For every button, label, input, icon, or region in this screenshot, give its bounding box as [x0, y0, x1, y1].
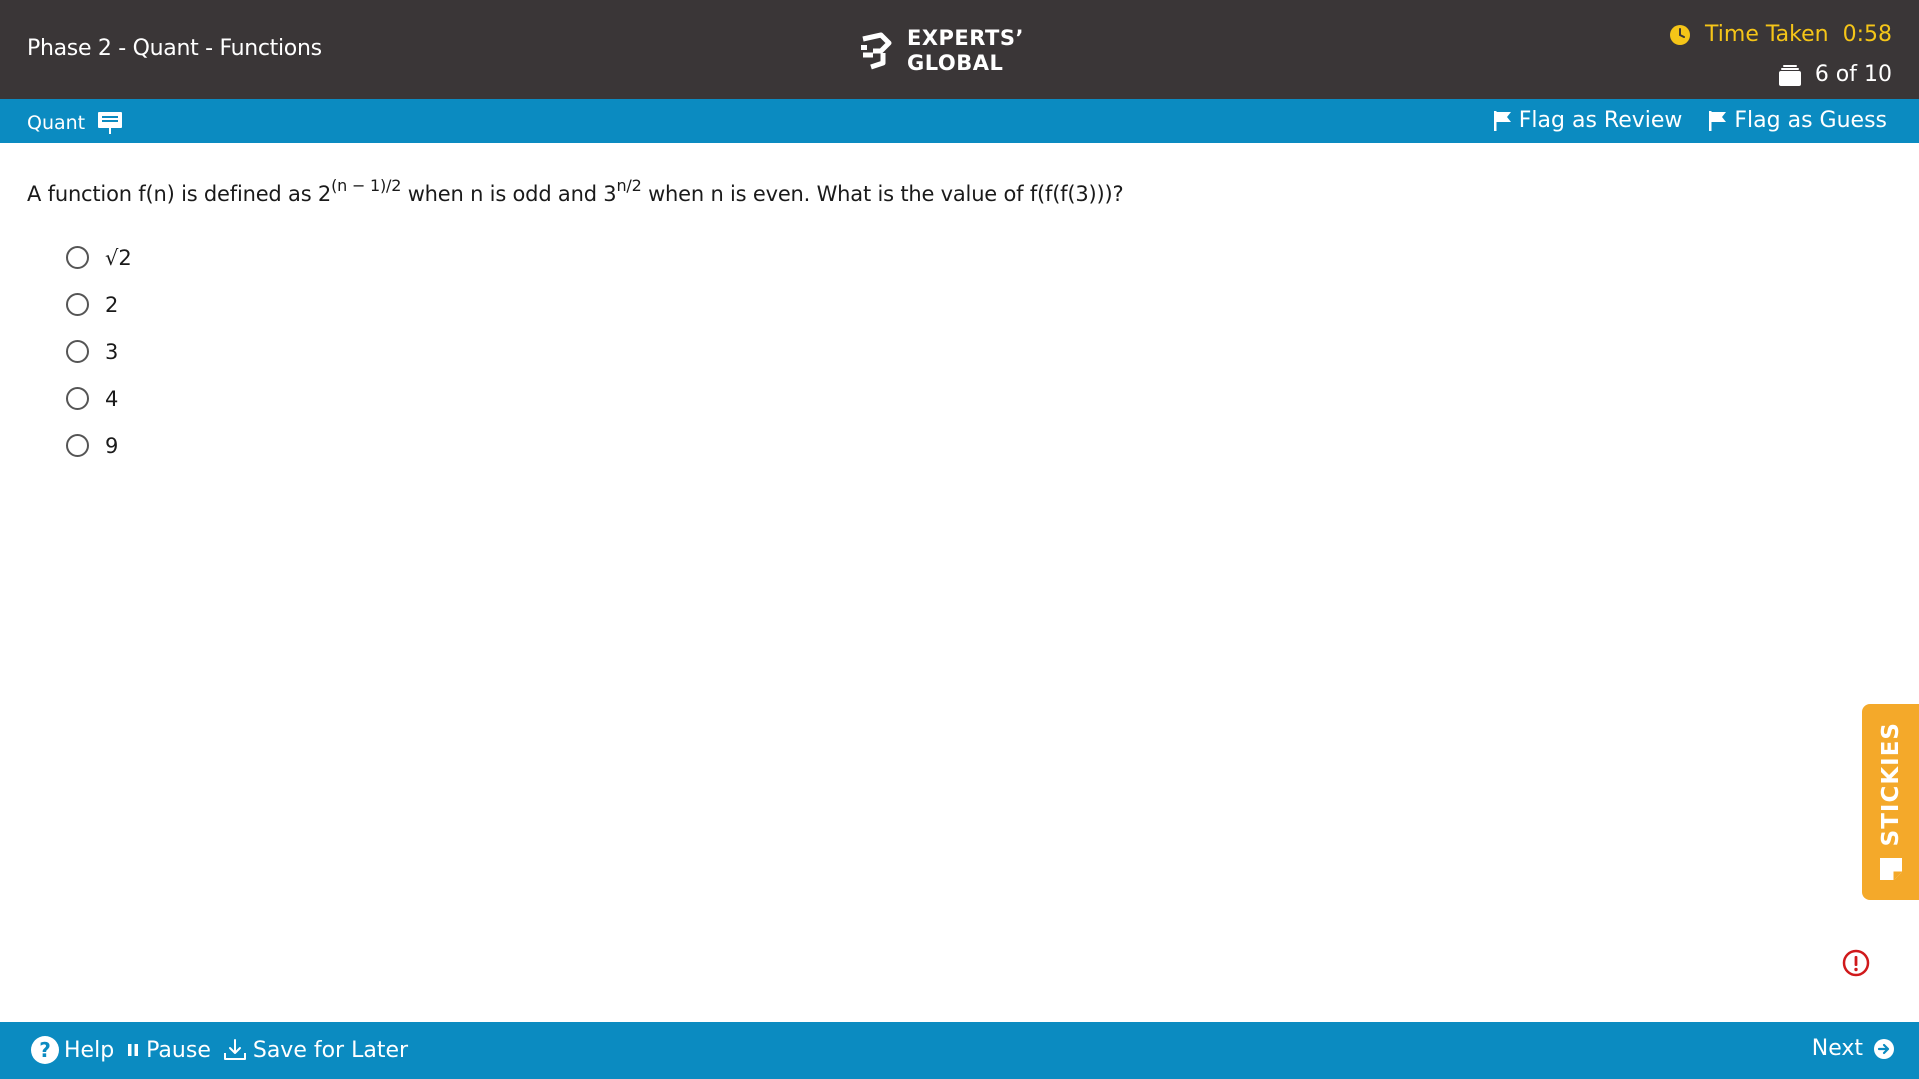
pause-button[interactable]: Pause — [126, 1038, 211, 1063]
bottom-bar: ? Help Pause Save for Later Next — [0, 1022, 1919, 1079]
flag-review-button[interactable]: Flag as Review — [1493, 108, 1683, 133]
radio-button[interactable] — [66, 434, 89, 457]
option-label: 3 — [105, 339, 119, 364]
flag-guess-button[interactable]: Flag as Guess — [1708, 108, 1887, 133]
section-name: Quant — [27, 110, 123, 136]
answer-option[interactable]: 4 — [66, 375, 132, 422]
progress-text: 6 of 10 — [1814, 62, 1892, 87]
report-issue-icon[interactable] — [1842, 949, 1870, 977]
logo-mark-icon — [861, 32, 892, 70]
radio-button[interactable] — [66, 293, 89, 316]
question-text: A function f(n) is defined as 2(n − 1)/2… — [27, 176, 1124, 206]
question-exponent-odd: (n − 1)/2 — [331, 176, 402, 195]
question-exponent-even: n/2 — [616, 176, 642, 195]
logo-line-2: GLOBAL — [907, 51, 1004, 75]
option-label: 9 — [105, 433, 119, 458]
flag-controls: Flag as Review Flag as Guess — [1467, 108, 1887, 133]
clock-icon — [1670, 24, 1691, 45]
pause-label: Pause — [146, 1037, 211, 1063]
flag-guess-label: Flag as Guess — [1734, 108, 1887, 133]
question-progress: 6 of 10 — [1778, 62, 1892, 87]
save-for-later-label: Save for Later — [252, 1037, 409, 1063]
save-for-later-button[interactable]: Save for Later — [223, 1038, 408, 1063]
help-icon: ? — [31, 1036, 59, 1064]
flag-review-label: Flag as Review — [1518, 108, 1683, 133]
radio-button[interactable] — [66, 340, 89, 363]
answer-option[interactable]: 2 — [66, 281, 132, 328]
top-header: Phase 2 - Quant - Functions EXPERTS’ GLO… — [0, 0, 1919, 99]
answer-option[interactable]: √2 — [66, 234, 132, 281]
next-label: Next — [1811, 1036, 1863, 1061]
question-stack-icon — [1778, 64, 1801, 86]
timer-value: 0:58 — [1842, 22, 1892, 47]
option-label: 4 — [105, 386, 119, 411]
timer-label: Time Taken — [1705, 22, 1829, 47]
flag-icon — [1709, 110, 1727, 131]
pause-icon — [128, 1044, 139, 1056]
option-label: 2 — [105, 292, 119, 317]
stickies-label: STICKIES — [1877, 721, 1904, 847]
flag-icon — [1493, 110, 1511, 131]
test-page: Phase 2 - Quant - Functions EXPERTS’ GLO… — [0, 0, 1919, 1079]
whiteboard-icon[interactable] — [97, 110, 123, 136]
section-bar: Quant Flag as Review Flag as Guess — [0, 99, 1919, 143]
next-button[interactable]: Next — [1812, 1036, 1895, 1061]
arrow-right-circle-icon — [1874, 1038, 1894, 1059]
answer-options: √2 2 3 4 9 — [66, 234, 132, 469]
question-part-3: when n is even. What is the value of f(f… — [641, 182, 1124, 206]
logo-line-1: EXPERTS’ — [907, 26, 1024, 50]
section-label: Quant — [27, 112, 86, 134]
experts-global-logo: EXPERTS’ GLOBAL — [859, 26, 1024, 76]
question-part-1: A function f(n) is defined as 2 — [27, 182, 332, 206]
timer[interactable]: Time Taken 0:58 — [1669, 22, 1892, 47]
stickies-tab[interactable]: STICKIES — [1862, 704, 1919, 900]
answer-option[interactable]: 9 — [66, 422, 132, 469]
exam-title: Phase 2 - Quant - Functions — [27, 36, 322, 61]
help-label: Help — [64, 1037, 115, 1063]
radio-button[interactable] — [66, 246, 89, 269]
download-icon — [223, 1039, 246, 1060]
answer-option[interactable]: 3 — [66, 328, 132, 375]
help-button[interactable]: ? Help — [31, 1036, 114, 1064]
question-part-2: when n is odd and 3 — [401, 182, 617, 206]
radio-button[interactable] — [66, 387, 89, 410]
option-label: √2 — [105, 245, 132, 270]
sticky-note-icon — [1879, 858, 1902, 881]
